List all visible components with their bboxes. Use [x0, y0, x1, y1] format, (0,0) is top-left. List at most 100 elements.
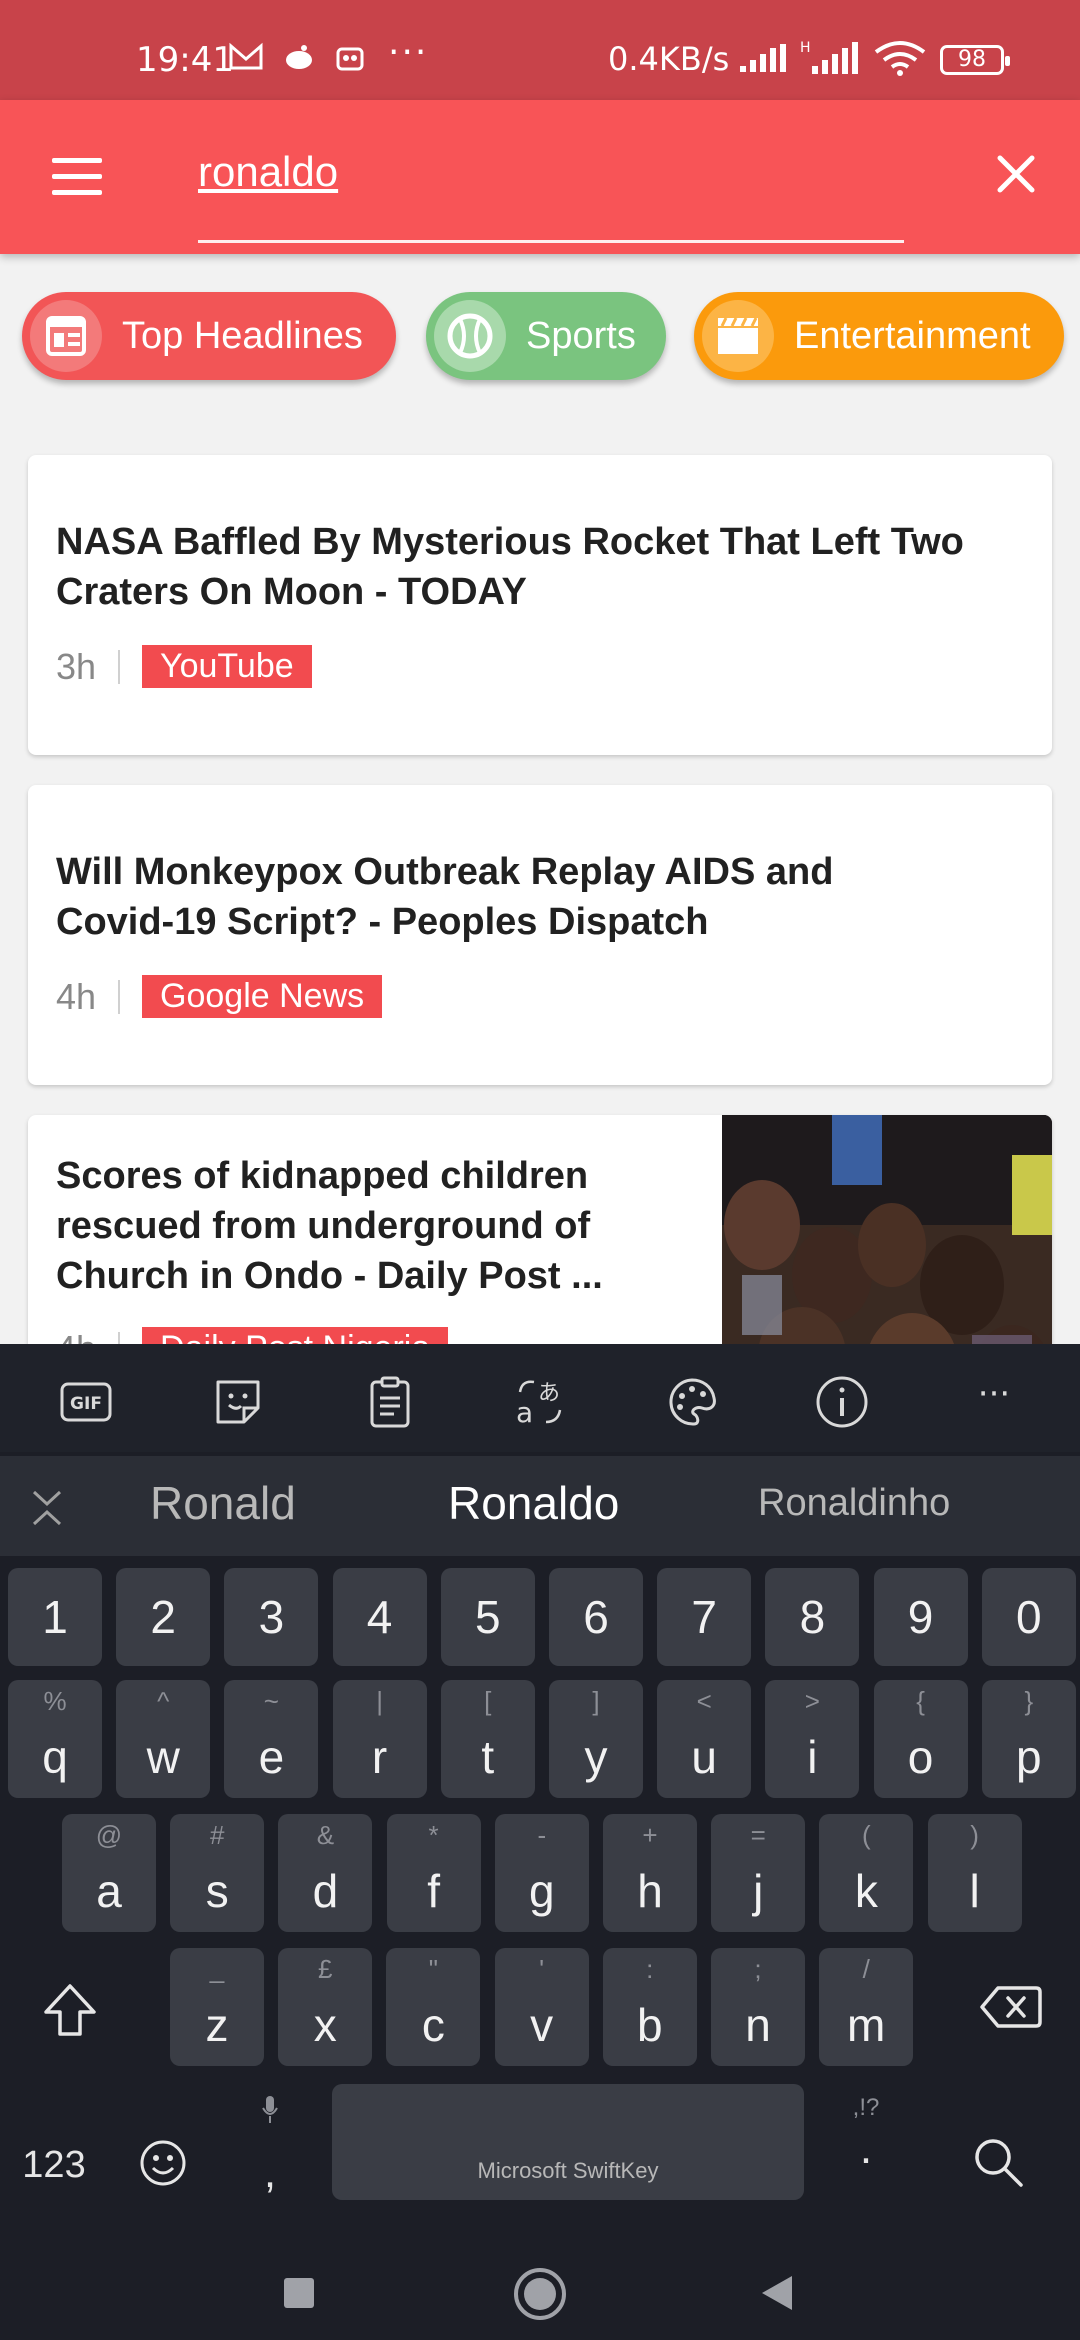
search-icon[interactable]: [970, 2134, 1026, 2190]
key-alt-label: :: [646, 1954, 654, 1984]
period-alt-label: ,!?: [852, 2094, 880, 2121]
comma-key[interactable]: ,: [240, 2096, 300, 2197]
period-key[interactable]: ,!? .: [836, 2094, 896, 2194]
key-5[interactable]: 5: [440, 1568, 535, 1666]
key-alt-label: £: [317, 1954, 333, 1984]
gif-icon[interactable]: GIF: [58, 1374, 114, 1430]
news-card[interactable]: Will Monkeypox Outbreak Replay AIDS and …: [28, 785, 1052, 1085]
signal-icon: [740, 44, 786, 72]
svg-text:H: H: [800, 40, 811, 56]
suggestion-2[interactable]: Ronaldo: [448, 1476, 619, 1530]
key-alt-label: %: [43, 1686, 67, 1716]
chip-top-headlines[interactable]: Top Headlines: [22, 292, 396, 380]
key-i[interactable]: > i: [765, 1680, 860, 1798]
key-alt-label: {: [916, 1686, 925, 1716]
key-y[interactable]: ] y: [549, 1680, 643, 1798]
key-9[interactable]: 9: [873, 1568, 968, 1666]
key-q[interactable]: % q: [8, 1680, 102, 1798]
news-card[interactable]: NASA Baffled By Mysterious Rocket That L…: [28, 455, 1052, 755]
key-z[interactable]: _ z: [170, 1948, 264, 2066]
key-o[interactable]: {o: [873, 1680, 968, 1798]
search-input[interactable]: ronaldo: [198, 148, 338, 196]
key-alt-label: ": [428, 1954, 438, 1984]
key-a[interactable]: @ a: [62, 1814, 156, 1932]
sticker-icon[interactable]: [210, 1374, 266, 1430]
key-2[interactable]: 2: [116, 1568, 211, 1666]
key-label: z: [205, 1999, 229, 2051]
key-7[interactable]: 7: [657, 1568, 752, 1666]
key-b[interactable]: :b: [602, 1948, 697, 2066]
recents-icon[interactable]: [282, 2276, 316, 2310]
key-label: r: [371, 1731, 388, 1783]
key-r[interactable]: | r: [332, 1680, 427, 1798]
key-s[interactable]: # s: [170, 1814, 265, 1932]
chip-label: Entertainment: [794, 314, 1031, 357]
key-label: e: [258, 1731, 285, 1783]
space-bar-label: Microsoft SwiftKey: [477, 2158, 659, 2183]
key-v[interactable]: ' v: [494, 1948, 589, 2066]
chip-entertainment[interactable]: Entertainment: [694, 292, 1064, 380]
translate-icon[interactable]: aあ: [512, 1374, 568, 1430]
app-bar: ronaldo: [0, 100, 1080, 254]
gmail-icon: [229, 42, 263, 69]
key-alt-label: |: [376, 1686, 383, 1716]
theme-icon[interactable]: [664, 1374, 720, 1430]
status-bar: 19:41 ··· 0.4KB/s H 98: [0, 0, 1080, 100]
key-d[interactable]: & d: [278, 1814, 373, 1932]
wifi-icon: [874, 41, 926, 76]
key-label: 3: [258, 1591, 285, 1643]
menu-icon[interactable]: [52, 158, 102, 196]
key-label: 9: [907, 1591, 934, 1643]
key-0[interactable]: 0: [981, 1568, 1076, 1666]
key-g[interactable]: -g: [494, 1814, 589, 1932]
key-label: g: [529, 1865, 555, 1917]
key-p[interactable]: } p: [981, 1680, 1076, 1798]
svg-text:a: a: [516, 1396, 533, 1429]
key-n[interactable]: ; n: [711, 1948, 805, 2066]
space-bar[interactable]: Microsoft SwiftKey: [332, 2084, 804, 2200]
key-alt-label: ;: [754, 1954, 762, 1984]
key-l[interactable]: ) l: [927, 1814, 1022, 1932]
back-icon[interactable]: [760, 2274, 794, 2312]
key-alt-label: <: [696, 1686, 712, 1716]
emoji-icon[interactable]: [138, 2138, 188, 2188]
key-label: d: [312, 1865, 339, 1917]
key-x[interactable]: £ x: [278, 1948, 373, 2066]
key-1[interactable]: 1: [8, 1568, 102, 1666]
info-icon[interactable]: [814, 1374, 870, 1430]
key-c[interactable]: " c: [386, 1948, 481, 2066]
key-k[interactable]: (k: [819, 1814, 914, 1932]
key-j[interactable]: = j: [711, 1814, 806, 1932]
period-label: .: [859, 2124, 873, 2173]
close-icon[interactable]: [990, 148, 1042, 200]
collapse-suggestions-icon[interactable]: [30, 1488, 64, 1528]
key-label: j: [753, 1865, 764, 1917]
key-alt-label: [: [484, 1686, 492, 1716]
key-w[interactable]: ^ w: [116, 1680, 211, 1798]
key-label: l: [969, 1865, 980, 1917]
shift-icon[interactable]: [40, 1980, 100, 2040]
key-4[interactable]: 4: [332, 1568, 427, 1666]
svg-text:GIF: GIF: [70, 1394, 102, 1414]
clipboard-icon[interactable]: [362, 1374, 418, 1430]
symbols-key[interactable]: 123: [14, 2144, 94, 2187]
home-icon[interactable]: [512, 2266, 568, 2322]
key-e[interactable]: ~ e: [224, 1680, 319, 1798]
backspace-icon[interactable]: [980, 1984, 1042, 2030]
key-6[interactable]: 6: [549, 1568, 643, 1666]
news-meta: 4h Google News: [56, 975, 383, 1018]
key-3[interactable]: 3: [224, 1568, 319, 1666]
key-8[interactable]: 8: [765, 1568, 860, 1666]
key-h[interactable]: + h: [603, 1814, 697, 1932]
key-f[interactable]: * f: [386, 1814, 481, 1932]
keyboard: GIF aあ ··· Ronald Ronaldo Ronaldinho 123…: [0, 1344, 1080, 2340]
key-u[interactable]: < u: [657, 1680, 752, 1798]
suggestion-3[interactable]: Ronaldinho: [758, 1482, 950, 1525]
more-icon[interactable]: ···: [966, 1374, 1022, 1430]
key-m[interactable]: / m: [819, 1948, 914, 2066]
key-label: k: [854, 1865, 878, 1917]
suggestion-1[interactable]: Ronald: [150, 1476, 296, 1530]
key-label: m: [847, 1999, 886, 2051]
chip-sports[interactable]: Sports: [426, 292, 666, 380]
key-t[interactable]: [t: [440, 1680, 535, 1798]
